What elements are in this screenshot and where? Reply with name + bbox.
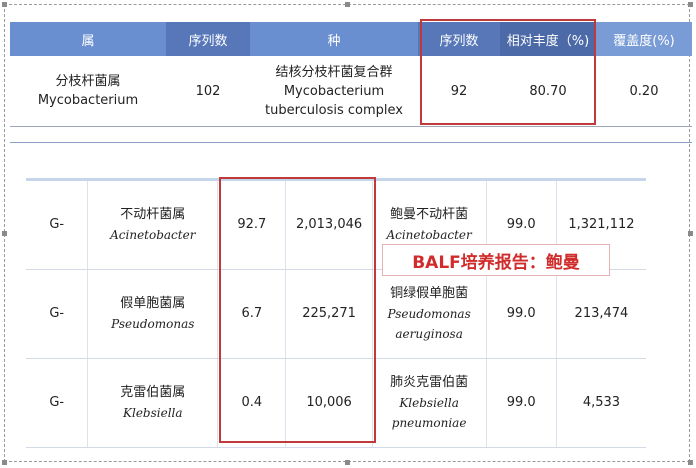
genus-en: Mycobacterium bbox=[37, 93, 139, 108]
percent2-cell: 99.0 bbox=[487, 359, 557, 447]
percent2-cell: 99.0 bbox=[487, 270, 557, 358]
genus-cn: 假单胞菌属 bbox=[120, 296, 186, 311]
resize-handle-bm[interactable] bbox=[345, 460, 350, 465]
genus-cn: 分枝杆菌属 bbox=[55, 74, 121, 89]
count2-cell: 4,533 bbox=[582, 395, 621, 410]
species-cn: 结核分枝杆菌复合群 bbox=[275, 64, 393, 80]
gram-type-cell: G- bbox=[26, 270, 89, 358]
balf-culture-callout: BALF培养报告：鲍曼 bbox=[382, 244, 610, 276]
header-genus: 属 bbox=[10, 22, 166, 56]
count2-cell: 213,474 bbox=[574, 306, 629, 321]
species-en-2: tuberculosis complex bbox=[265, 102, 403, 118]
highlight-box-top bbox=[420, 19, 596, 125]
resize-handle-tr[interactable] bbox=[688, 2, 693, 7]
species-en-2: pneumoniae bbox=[391, 416, 467, 430]
genus-cell: 分枝杆菌属 Mycobacterium bbox=[10, 56, 166, 126]
resize-handle-tm[interactable] bbox=[345, 2, 350, 7]
resize-handle-tl[interactable] bbox=[2, 2, 7, 7]
species-en-1: Klebsiella bbox=[399, 396, 459, 410]
genus-seq-cell: 102 bbox=[195, 83, 221, 99]
gram-type-cell: G- bbox=[26, 181, 89, 269]
genus-cell: 克雷伯菌属 Klebsiella bbox=[88, 359, 219, 447]
species-cn: 铜绿假单胞菌 bbox=[390, 286, 469, 301]
species-cn: 肺炎克雷伯菌 bbox=[390, 375, 469, 390]
species-en-1: Pseudomonas bbox=[387, 307, 471, 321]
genus-cn: 不动杆菌属 bbox=[120, 207, 186, 222]
genus-en: Acinetobacter bbox=[110, 228, 196, 242]
highlight-box-bottom bbox=[219, 177, 376, 443]
header-genus-seq: 序列数 bbox=[166, 22, 250, 56]
header-coverage: 覆盖度(%) bbox=[596, 22, 692, 56]
species-en-1: Mycobacterium bbox=[283, 83, 385, 99]
resize-handle-mr[interactable] bbox=[688, 231, 693, 236]
species-cell: 铜绿假单胞菌 Pseudomonas aeruginosa bbox=[373, 270, 487, 358]
species-cell: 结核分枝杆菌复合群 Mycobacterium tuberculosis com… bbox=[250, 56, 418, 126]
resize-handle-bl[interactable] bbox=[2, 460, 7, 465]
coverage-cell: 0.20 bbox=[629, 83, 659, 99]
genus-en: Klebsiella bbox=[123, 406, 183, 420]
header-species: 种 bbox=[250, 22, 418, 56]
species-en-2: aeruginosa bbox=[395, 327, 463, 341]
resize-handle-ml[interactable] bbox=[2, 231, 7, 236]
genus-en: Pseudomonas bbox=[111, 317, 195, 331]
species-cell: 肺炎克雷伯菌 Klebsiella pneumoniae bbox=[373, 359, 487, 447]
section-divider bbox=[10, 142, 692, 143]
resize-handle-br[interactable] bbox=[688, 460, 693, 465]
genus-cell: 不动杆菌属 Acinetobacter bbox=[88, 181, 219, 269]
gram-type-cell: G- bbox=[26, 359, 89, 447]
species-en-1: Acinetobacter bbox=[386, 228, 472, 242]
species-cn: 鲍曼不动杆菌 bbox=[390, 207, 469, 222]
genus-cell: 假单胞菌属 Pseudomonas bbox=[88, 270, 219, 358]
genus-cn: 克雷伯菌属 bbox=[120, 385, 186, 400]
